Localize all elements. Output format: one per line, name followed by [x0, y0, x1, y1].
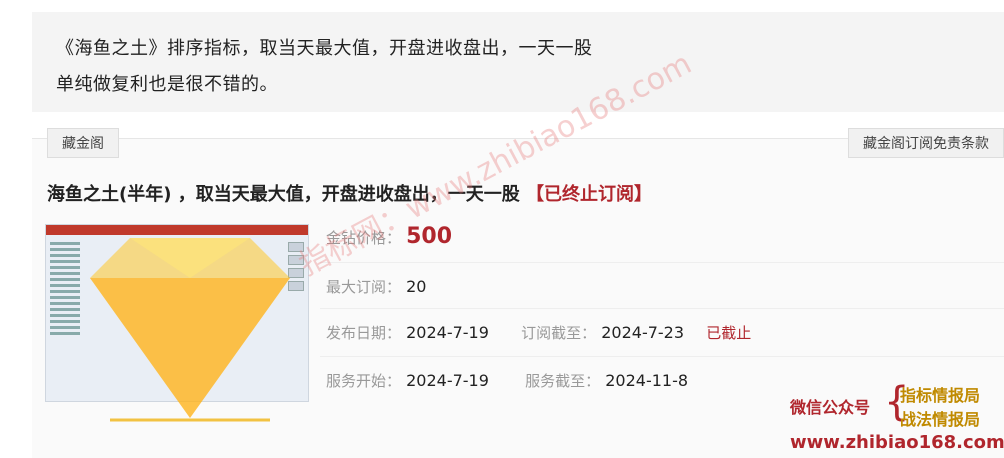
- service-start-label: 服务开始：: [326, 372, 402, 390]
- date-row: 发布日期： 2024-7-19 订阅截至： 2024-7-23 已截止: [326, 322, 751, 343]
- publish-date-label: 发布日期：: [326, 324, 402, 342]
- product-title[interactable]: 海鱼之土(半年) ，取当天最大值，开盘进收盘出，一天一股 【已终止订阅】: [47, 180, 652, 206]
- divider: [320, 262, 1004, 263]
- max-subscription-value: 20: [406, 277, 427, 296]
- max-subscription-row: 最大订阅： 20: [326, 276, 426, 297]
- service-row: 服务开始： 2024-7-19 服务截至： 2024-11-8: [326, 370, 688, 391]
- wechat-label: 微信公众号: [790, 398, 871, 417]
- subscription-end-label: 订阅截至：: [521, 324, 597, 342]
- promo-item-1: 指标情报局: [900, 386, 981, 405]
- publish-date-value: 2024-7-19: [406, 323, 489, 342]
- subscription-stopped-badge: 【已终止订阅】: [526, 184, 652, 205]
- quote-box: 《海鱼之土》排序指标，取当天最大值，开盘进收盘出，一天一股 单纯做复利也是很不错…: [32, 12, 1004, 112]
- service-start-value: 2024-7-19: [406, 371, 489, 390]
- terms-link[interactable]: 藏金阁订阅免责条款: [848, 128, 1004, 158]
- quote-line-2: 单纯做复利也是很不错的。: [56, 74, 278, 95]
- max-subscription-label: 最大订阅：: [326, 278, 402, 296]
- subscription-end-value: 2024-7-23: [601, 323, 685, 342]
- quote-line-1: 《海鱼之土》排序指标，取当天最大值，开盘进收盘出，一天一股: [56, 38, 593, 59]
- divider: [320, 308, 1004, 309]
- diamond-icon: [90, 238, 290, 422]
- service-end-label: 服务截至：: [525, 372, 601, 390]
- promo-item-2: 战法情报局: [900, 410, 981, 429]
- subscription-closed-status: 已截止: [706, 324, 752, 342]
- category-tag[interactable]: 藏金阁: [47, 128, 119, 158]
- divider: [320, 356, 1004, 357]
- service-end-value: 2024-11-8: [605, 371, 689, 390]
- site-url[interactable]: www.zhibiao168.com: [790, 432, 1004, 453]
